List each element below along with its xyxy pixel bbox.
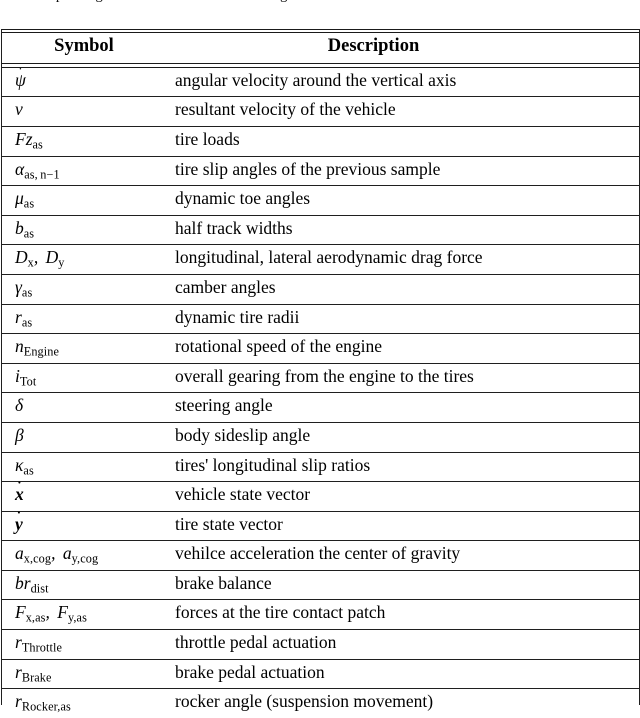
description-cell: tire loads bbox=[165, 125, 640, 157]
symbol-cell: rRocker,as bbox=[1, 688, 165, 718]
symbol-cell: μas bbox=[1, 185, 165, 216]
description-cell: forces at the tire contact patch bbox=[165, 599, 640, 630]
description-cell: resultant velocity of the vehicle bbox=[165, 96, 640, 127]
description-cell: brake pedal actuation bbox=[165, 658, 640, 689]
column-header-description: Description bbox=[327, 36, 420, 57]
symbol-cell: rThrottle bbox=[1, 629, 165, 660]
table-row: ax,cog, ay,cog vehilce acceleration the … bbox=[1, 540, 640, 571]
description-cell: camber angles bbox=[165, 273, 640, 305]
table-row: v resultant velocity of the vehicle bbox=[1, 96, 640, 127]
header-row: Symbol Description bbox=[1, 33, 640, 64]
table-row: rRocker,as rocker angle (suspension move… bbox=[1, 688, 640, 718]
description-cell: brake balance bbox=[165, 569, 640, 600]
symbol-cell: ax,cog, ay,cog bbox=[1, 540, 165, 571]
description-cell: body sideslip angle bbox=[165, 421, 640, 452]
symbol-cell: Dx, Dy bbox=[1, 244, 165, 275]
description-cell: rotational speed of the engine bbox=[165, 333, 640, 364]
table-row: iTot overall gearing from the engine to … bbox=[1, 362, 640, 393]
description-cell: steering angle bbox=[165, 392, 640, 423]
symbol-cell: nEngine bbox=[1, 333, 165, 364]
description-cell: rocker angle (suspension movement) bbox=[165, 688, 640, 718]
table-row: rThrottle throttle pedal actuation bbox=[1, 629, 640, 660]
symbol-cell: y ˙ bbox=[1, 509, 165, 541]
table-row: μas dynamic toe angles bbox=[1, 185, 640, 216]
description-cell: half track widths bbox=[165, 214, 640, 245]
symbol-cell: Fzas bbox=[1, 125, 165, 157]
column-header-symbol: Symbol bbox=[54, 36, 114, 57]
table-row: δ steering angle bbox=[1, 392, 640, 423]
table-row: bas half track widths bbox=[1, 214, 640, 245]
table-row: nEngine rotational speed of the engine bbox=[1, 333, 640, 364]
symbol-description-table: Symbol Description ψ ˙ angular velocity a… bbox=[1, 28, 640, 718]
description-cell: vehilce acceleration the center of gravi… bbox=[165, 540, 640, 571]
symbol-cell: rBrake bbox=[1, 658, 165, 689]
table-row: Dx, Dy longitudinal, lateral aerodynamic… bbox=[1, 244, 640, 275]
symbol-cell: v bbox=[1, 96, 165, 127]
description-cell: overall gearing from the engine to the t… bbox=[165, 362, 640, 393]
symbol-cell: x ˙ bbox=[1, 480, 165, 512]
symbol-cell: αas, n−1 bbox=[1, 155, 165, 186]
table-row: x ˙ vehicle state vector bbox=[1, 480, 640, 512]
table-left-border bbox=[1, 29, 3, 705]
description-cell: tire state vector bbox=[165, 510, 640, 541]
table-row: y ˙ tire state vector bbox=[1, 509, 640, 541]
description-cell: tire slip angles of the previous sample bbox=[165, 155, 640, 186]
symbol-cell: γas bbox=[1, 273, 165, 305]
description-cell: longitudinal, lateral aerodynamic drag f… bbox=[165, 244, 640, 275]
table-row: Fx,as, Fy,as forces at the tire contact … bbox=[1, 599, 640, 630]
table-row: ras dynamic tire radii bbox=[1, 303, 640, 334]
symbol-cell: ras bbox=[1, 303, 165, 334]
description-cell: throttle pedal actuation bbox=[165, 629, 640, 660]
table-row: κas tires' longitudinal slip ratios bbox=[1, 451, 640, 482]
clipped-caption-line: the corresponding wheel from front-left … bbox=[0, 0, 640, 14]
table-row: rBrake brake pedal actuation bbox=[1, 658, 640, 689]
table-row: β body sideslip angle bbox=[1, 421, 640, 452]
description-cell: dynamic toe angles bbox=[165, 185, 640, 216]
table-row: brdist brake balance bbox=[1, 569, 640, 600]
table-row: γas camber angles bbox=[1, 273, 640, 305]
symbol-table-container: Symbol Description ψ ˙ angular velocity a… bbox=[0, 28, 640, 718]
table-row: ψ ˙ angular velocity around the vertical … bbox=[1, 64, 640, 97]
table-row: αas, n−1 tire slip angles of the previou… bbox=[1, 155, 640, 186]
symbol-cell: bas bbox=[1, 214, 165, 245]
description-cell: dynamic tire radii bbox=[165, 303, 640, 334]
symbol-cell: iTot bbox=[1, 362, 165, 393]
symbol-cell: κas bbox=[1, 451, 165, 482]
table-header: Symbol Description bbox=[1, 28, 640, 68]
table-body: ψ ˙ angular velocity around the vertical … bbox=[1, 64, 640, 718]
symbol-cell: δ bbox=[1, 392, 165, 423]
table-row: Fzas tire loads bbox=[1, 125, 640, 157]
symbol-cell: β bbox=[1, 421, 165, 452]
description-cell: tires' longitudinal slip ratios bbox=[165, 451, 640, 482]
caption-text: the corresponding wheel from front-left … bbox=[0, 0, 640, 4]
symbol-cell: ψ ˙ bbox=[15, 64, 26, 90]
description-cell: angular velocity around the vertical axi… bbox=[175, 69, 457, 90]
document-page: the corresponding wheel from front-left … bbox=[0, 0, 640, 718]
symbol-cell: Fx,as, Fy,as bbox=[1, 599, 165, 630]
description-cell: vehicle state vector bbox=[165, 481, 640, 512]
symbol-cell: brdist bbox=[1, 569, 165, 600]
